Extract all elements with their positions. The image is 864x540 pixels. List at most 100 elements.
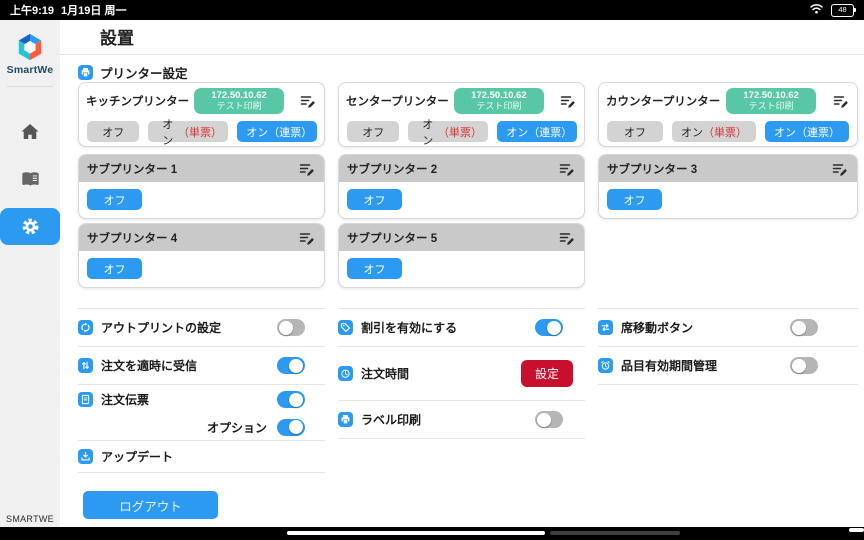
discount-toggle[interactable]	[535, 319, 563, 336]
edit-icon	[559, 163, 574, 176]
printer-on-single-button[interactable]: オン （単票）	[672, 121, 756, 142]
printer-test-print-badge[interactable]: 172.50.10.62 テスト印刷	[453, 88, 544, 114]
printer-settings-label: プリンター設定	[100, 67, 188, 81]
sidebar-footer-brand: SMARTWE	[6, 514, 54, 524]
printer-off-button[interactable]: オフ	[87, 121, 140, 142]
logout-button[interactable]: ログアウト	[83, 491, 218, 519]
setting-row-option: オプション	[78, 414, 325, 441]
printer-card-kitchen: キッチンプリンター 172.50.10.62 テスト印刷 オフ オン （単票） オ…	[78, 82, 325, 147]
edit-icon	[832, 163, 847, 176]
seat-move-icon	[598, 320, 613, 335]
order-slip-toggle[interactable]	[277, 391, 305, 408]
settings-column-left: アウトプリントの設定 注文を適時に受信 注文伝票 オプション アップデート ログ…	[78, 308, 325, 519]
printer-name: センタープリンター	[346, 96, 449, 108]
receipt-icon	[78, 392, 93, 407]
updown-arrows-icon	[78, 358, 93, 373]
home-indicator[interactable]	[287, 531, 545, 535]
sidebar: SmartWe SMARTWE	[0, 20, 60, 527]
edit-icon	[299, 232, 314, 245]
sub-printer-off-button[interactable]: オフ	[607, 189, 662, 210]
printer-on-multi-button[interactable]: オン（連票）	[765, 121, 849, 142]
printer-card-counter: カウンタープリンター 172.50.10.62 テスト印刷 オフ オン （単票） …	[598, 82, 858, 147]
settings-toggles: アウトプリントの設定 注文を適時に受信 注文伝票 オプション アップデート ログ…	[78, 308, 858, 519]
order-time-settings-button[interactable]: 設定	[521, 360, 573, 387]
sidebar-item-settings-active[interactable]	[0, 208, 60, 245]
sub-printer-card-4: サブプリンター 4 オフ	[78, 223, 325, 288]
sub-printer-name: サブプリンター 5	[347, 232, 438, 245]
seat-move-toggle[interactable]	[790, 319, 818, 336]
settings-screen: 上午9:19 1月19日 周一 48 SmartWe SMARTWE 設置 プリ…	[0, 0, 864, 540]
printer-icon	[78, 65, 93, 80]
printer-on-multi-button[interactable]: オン（連票）	[237, 121, 317, 142]
brand-name: SmartWe	[6, 64, 54, 76]
book-icon	[21, 172, 39, 186]
setting-row-order-time: 注文時間 設定	[338, 347, 585, 401]
edit-icon	[559, 232, 574, 245]
edit-printer-button[interactable]	[558, 162, 576, 176]
sync-icon	[78, 320, 93, 335]
brand-logo: SmartWe	[7, 32, 54, 76]
edit-icon	[299, 163, 314, 176]
sub-printer-name: サブプリンター 3	[607, 163, 698, 176]
wifi-icon	[809, 1, 824, 19]
sub-printer-name: サブプリンター 2	[347, 163, 438, 176]
settings-column-middle: 割引を有効にする 注文時間 設定 ラベル印刷	[338, 308, 585, 439]
printer-off-button[interactable]: オフ	[347, 121, 400, 142]
sidebar-item-home[interactable]	[20, 123, 40, 145]
battery-icon: 48	[831, 3, 856, 17]
item-validity-toggle[interactable]	[790, 357, 818, 374]
edit-printer-button[interactable]	[298, 231, 316, 245]
discount-tag-icon	[338, 320, 353, 335]
sub-printer-off-button[interactable]: オフ	[87, 189, 142, 210]
main-content: 設置 プリンター設定 キッチンプリンター 172.50.10.62 テスト印刷	[60, 20, 864, 527]
title-divider	[60, 54, 864, 55]
printer-on-multi-button[interactable]: オン（連票）	[497, 121, 577, 142]
label-print-toggle[interactable]	[535, 411, 563, 428]
secondary-indicator	[550, 531, 680, 535]
sub-printer-off-button[interactable]: オフ	[347, 189, 402, 210]
receive-orders-toggle[interactable]	[277, 357, 305, 374]
sub-printer-card-5: サブプリンター 5 オフ	[338, 223, 585, 288]
printer-test-print-badge[interactable]: 172.50.10.62 テスト印刷	[194, 88, 285, 114]
sub-printer-cards-row1: サブプリンター 1 オフ サブプリンター 2 オフ サブプリンター 3 オフ	[78, 154, 858, 219]
setting-row-update[interactable]: アップデート	[78, 441, 325, 473]
main-printer-cards: キッチンプリンター 172.50.10.62 テスト印刷 オフ オン （単票） オ…	[78, 82, 858, 147]
edit-printer-button[interactable]	[558, 231, 576, 245]
sub-printer-card-1: サブプリンター 1 オフ	[78, 154, 325, 219]
settings-column-right: 席移動ボタン 品目有効期間管理	[598, 308, 858, 385]
printer-on-single-button[interactable]: オン （単票）	[408, 119, 489, 147]
edit-printer-button[interactable]	[559, 94, 577, 108]
status-bar: 上午9:19 1月19日 周一 48	[0, 0, 864, 20]
setting-row-outprint: アウトプリントの設定	[78, 309, 325, 347]
edit-icon	[833, 96, 848, 108]
setting-row-label-print: ラベル印刷	[338, 401, 585, 439]
label-printer-icon	[338, 412, 353, 427]
sidebar-item-menu-book[interactable]	[20, 171, 41, 192]
clock-time: 上午9:19	[10, 5, 55, 17]
sub-printer-name: サブプリンター 4	[87, 232, 178, 245]
printer-settings-header: プリンター設定	[78, 63, 188, 82]
printer-card-center: センタープリンター 172.50.10.62 テスト印刷 オフ オン （単票） オ…	[338, 82, 585, 147]
edit-printer-button[interactable]	[299, 94, 317, 108]
sub-printer-card-2: サブプリンター 2 オフ	[338, 154, 585, 219]
gear-icon	[22, 218, 38, 235]
setting-row-seat-move: 席移動ボタン	[598, 309, 858, 347]
option-toggle[interactable]	[277, 418, 305, 436]
printer-off-button[interactable]: オフ	[607, 121, 663, 142]
printer-test-print-badge[interactable]: 172.50.10.62 テスト印刷	[726, 88, 817, 114]
setting-row-receive-orders: 注文を適時に受信	[78, 347, 325, 385]
setting-row-item-validity: 品目有効期間管理	[598, 347, 858, 385]
outprint-toggle[interactable]	[277, 319, 305, 336]
smartwe-cube-icon	[18, 33, 42, 61]
clock-icon	[338, 366, 353, 381]
corner-dash	[849, 528, 864, 532]
edit-icon	[300, 96, 315, 108]
download-icon	[78, 449, 93, 464]
page-title: 設置	[100, 29, 134, 48]
sub-printer-off-button[interactable]: オフ	[347, 258, 402, 279]
sub-printer-off-button[interactable]: オフ	[87, 258, 142, 279]
edit-printer-button[interactable]	[298, 162, 316, 176]
edit-printer-button[interactable]	[831, 162, 849, 176]
edit-printer-button[interactable]	[832, 94, 850, 108]
printer-on-single-button[interactable]: オン （単票）	[148, 119, 229, 147]
